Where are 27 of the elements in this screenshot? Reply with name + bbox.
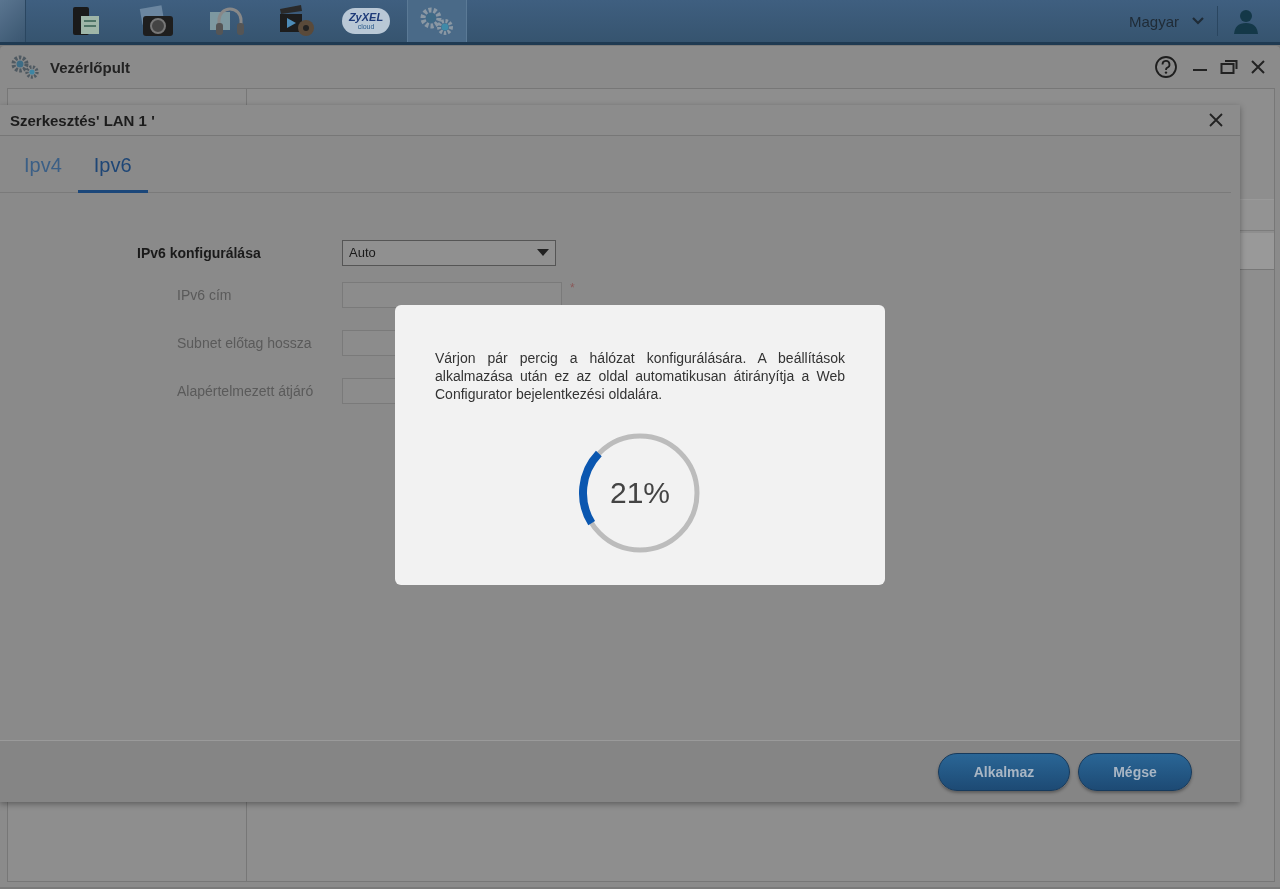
- language-selector[interactable]: Magyar: [1128, 12, 1213, 30]
- gears-icon: [10, 54, 42, 80]
- input-field[interactable]: [342, 281, 562, 308]
- dialog-title: Szerkesztés' LAN 1 ': [10, 111, 155, 129]
- progress-percentage: 21%: [610, 476, 670, 510]
- window-title: Vezérlőpult: [50, 58, 131, 76]
- progress-message: Várjon pár percig a hálózat konfigurálására. A beállítások alkalmazása után ez az oldal automatikusan átirányítja a Web Configurator bejelentkezési oldalára.: [435, 349, 845, 403]
- tab[interactable]: Ipv6: [77, 154, 148, 193]
- input-field[interactable]: [342, 329, 395, 356]
- camera-icon: [137, 4, 175, 38]
- dropdown-value: Auto: [349, 245, 376, 260]
- caret-icon: [537, 248, 549, 257]
- restore-icon[interactable]: [1220, 59, 1238, 75]
- cancel-button[interactable]: Mégse: [1078, 752, 1192, 791]
- input-field[interactable]: [342, 377, 395, 404]
- close-icon[interactable]: [1209, 113, 1223, 127]
- tab[interactable]: Ipv4: [8, 154, 78, 193]
- dropdown-field[interactable]: Auto: [342, 239, 556, 266]
- apply-button[interactable]: Alkalmaz: [938, 752, 1070, 791]
- help-icon[interactable]: [1154, 55, 1178, 79]
- film-clapper-icon: [277, 4, 315, 38]
- close-icon[interactable]: [1250, 59, 1266, 75]
- gears-icon: [418, 6, 456, 36]
- required-mark: *: [570, 281, 575, 295]
- field-label: IPv6 konfigurálása: [137, 244, 262, 261]
- chevron-down-icon: [1191, 16, 1205, 26]
- corner-tab[interactable]: [0, 0, 26, 42]
